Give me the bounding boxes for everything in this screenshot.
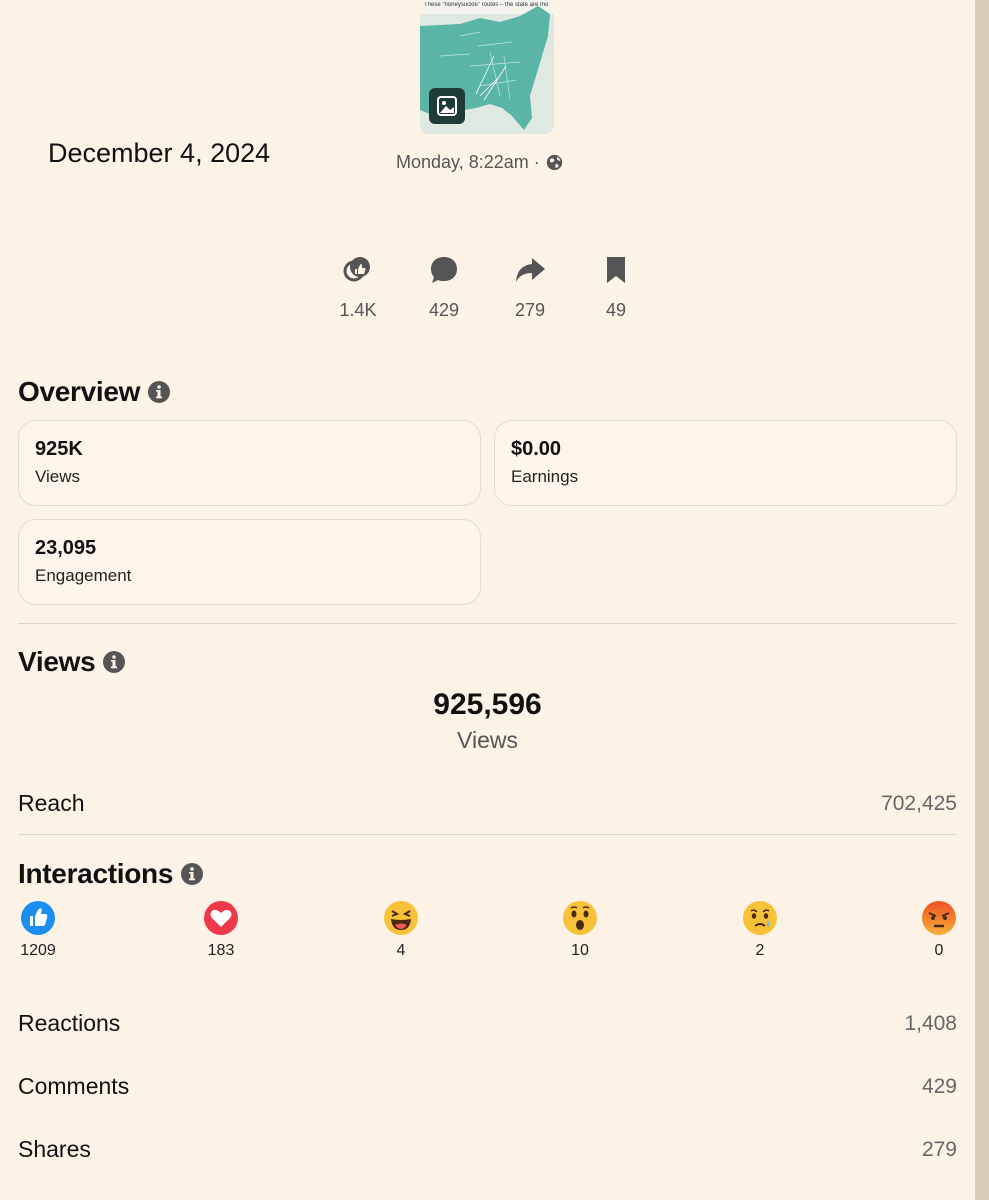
post-timestamp: Monday, 8:22am · <box>396 152 563 173</box>
reaction-wow: 10 <box>550 900 610 960</box>
thumbnail-caption: These "honeysuckle" routes – the state a… <box>424 2 548 8</box>
comments-value: 429 <box>921 1075 957 1098</box>
reactions-icon <box>323 252 393 288</box>
stat-value: 279 <box>514 300 546 320</box>
card-label: Views <box>35 467 81 486</box>
comment-icon <box>409 252 479 288</box>
card-label: Engagement <box>35 566 132 585</box>
stat-shares[interactable]: 279 <box>495 252 565 321</box>
image-icon <box>429 88 465 124</box>
reaction-love: 183 <box>191 900 251 960</box>
reaction-count: 1209 <box>20 942 56 959</box>
post-date: December 4, 2024 <box>48 138 271 168</box>
reaction-like: 1209 <box>8 900 68 960</box>
reach-label: Reach <box>18 790 85 816</box>
reaction-sad: 2 <box>730 900 790 960</box>
stat-value: 49 <box>605 300 627 320</box>
reaction-count: 4 <box>396 942 406 959</box>
reaction-count: 2 <box>755 942 765 959</box>
haha-icon <box>371 900 431 938</box>
total-views-label: Views <box>457 727 518 753</box>
timestamp-text: Monday, 8:22am · <box>396 152 540 172</box>
like-icon <box>8 900 68 938</box>
info-icon[interactable] <box>148 381 171 403</box>
love-icon <box>191 900 251 938</box>
stat-saves[interactable]: 49 <box>581 252 651 321</box>
interactions-heading: Interactions <box>18 858 204 890</box>
reaction-count: 0 <box>934 942 944 959</box>
globe-icon <box>546 154 562 171</box>
comments-label: Comments <box>18 1073 130 1099</box>
shares-value: 279 <box>921 1138 957 1161</box>
earnings-card[interactable]: $0.00 Earnings <box>494 420 957 506</box>
overview-title: Overview <box>18 376 141 407</box>
reaction-count: 10 <box>571 942 589 959</box>
reaction-haha: 4 <box>371 900 431 960</box>
card-value: 23,095 <box>35 537 97 559</box>
info-icon[interactable] <box>181 863 204 885</box>
card-label: Earnings <box>511 467 579 486</box>
stat-reactions[interactable]: 1.4K <box>323 252 393 321</box>
angry-icon <box>909 900 969 938</box>
info-icon[interactable] <box>103 651 126 673</box>
reaction-count: 183 <box>207 942 235 959</box>
card-value: $0.00 <box>511 438 562 460</box>
stat-value: 1.4K <box>339 300 377 320</box>
shares-label: Shares <box>18 1136 91 1162</box>
scrollbar[interactable] <box>975 0 989 1200</box>
divider <box>18 834 957 835</box>
bookmark-icon <box>581 252 651 288</box>
card-value: 925K <box>35 438 83 460</box>
stat-comments[interactable]: 429 <box>409 252 479 321</box>
total-views: 925,596 <box>433 688 542 721</box>
reach-value: 702,425 <box>881 792 957 815</box>
reactions-label: Reactions <box>18 1010 121 1036</box>
sad-icon <box>730 900 790 938</box>
reaction-angry: 0 <box>909 900 969 960</box>
divider <box>18 623 957 624</box>
share-icon <box>495 252 565 288</box>
views-card[interactable]: 925K Views <box>18 420 481 506</box>
engagement-card[interactable]: 23,095 Engagement <box>18 519 481 605</box>
interactions-title: Interactions <box>18 858 174 889</box>
wow-icon <box>550 900 610 938</box>
views-heading: Views <box>18 646 126 678</box>
reactions-value: 1,408 <box>904 1012 957 1035</box>
overview-heading: Overview <box>18 376 171 408</box>
stat-value: 429 <box>428 300 460 320</box>
views-title: Views <box>18 646 96 677</box>
post-thumbnail[interactable]: These "honeysuckle" routes – the state a… <box>420 0 554 134</box>
